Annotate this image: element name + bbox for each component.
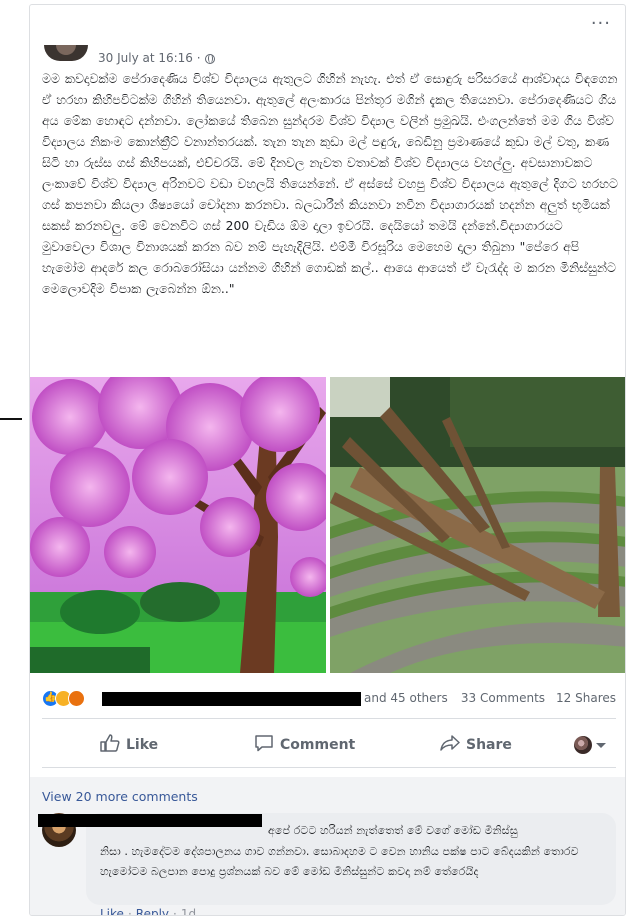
shares-count-link[interactable]: 12 Shares <box>556 691 616 705</box>
comment-text-rest: නිසා . හැමදේටම දේශපාලනය ගාව ගන්නවා. සොබා… <box>100 844 579 879</box>
post-timestamp[interactable]: 30 July at 16:16 · <box>98 51 215 65</box>
angry-reaction-icon[interactable] <box>68 690 85 707</box>
post-as-selector[interactable] <box>574 736 610 754</box>
comment-like-link[interactable]: Like <box>100 907 124 915</box>
comments-count-link[interactable]: 33 Comments <box>461 691 545 705</box>
share-button[interactable]: Share <box>440 734 512 753</box>
felled-tree-photo-icon <box>330 377 625 673</box>
separator-dot: · <box>173 907 177 916</box>
comment-text: අපේ රටට හරියන් නැත්තෙත් මේ වගේ මෝඩ මිනිස… <box>100 821 608 883</box>
facebook-post: ··· 30 July at 16:16 · මම කවදාවක්ම පේරාද… <box>29 4 626 916</box>
photo-felled-tree[interactable] <box>330 377 625 673</box>
comment-label: Comment <box>280 737 356 753</box>
author-avatar[interactable] <box>44 45 88 61</box>
like-label: Like <box>126 737 159 753</box>
divider <box>42 767 616 768</box>
page-edge-marker <box>0 418 22 420</box>
share-icon <box>440 735 460 751</box>
share-label: Share <box>466 737 512 753</box>
comment-reply-link[interactable]: Reply <box>136 907 169 915</box>
thumbs-up-icon <box>100 734 120 752</box>
like-button[interactable]: Like <box>100 734 158 753</box>
comment-text-lead: අපේ රටට හරියන් නැත්තෙත් මේ වගේ මෝඩ මිනිස… <box>268 824 518 837</box>
comment-age[interactable]: 1d <box>181 907 196 915</box>
comment-button[interactable]: Comment <box>254 734 355 753</box>
timestamp-text: 30 July at 16:16 · <box>98 51 201 65</box>
reactors-others-link[interactable]: and 45 others <box>364 691 448 705</box>
separator-dot: · <box>127 907 132 916</box>
comment-actions: Like · Reply · 1d <box>100 907 196 916</box>
comment-icon <box>255 735 273 752</box>
view-more-comments-link[interactable]: View 20 more comments <box>42 789 198 804</box>
viewer-avatar <box>574 736 592 754</box>
divider <box>42 718 616 719</box>
post-header: 30 July at 16:16 · <box>44 37 584 71</box>
chevron-down-icon <box>596 743 606 748</box>
more-options-icon[interactable]: ··· <box>591 15 611 33</box>
post-body: මම කවදාවක්ම පේරාදෙණිය විශ්ව විද්‍යාලය ඇත… <box>42 72 618 296</box>
post-actions: Like Comment Share <box>42 724 616 766</box>
comments-section: View 20 more comments අපේ රටට හරියන් නැත… <box>30 777 625 916</box>
engagement-counts: 33 Comments 12 Shares <box>450 691 616 705</box>
photo-blossom-tree[interactable] <box>30 377 326 673</box>
tree-blossom-photo-icon <box>30 377 326 673</box>
reactions-bar: 👍 and 45 others 33 Comments 12 Shares <box>42 689 616 711</box>
globe-icon <box>204 54 215 64</box>
redacted-reactor-names <box>102 692 361 706</box>
